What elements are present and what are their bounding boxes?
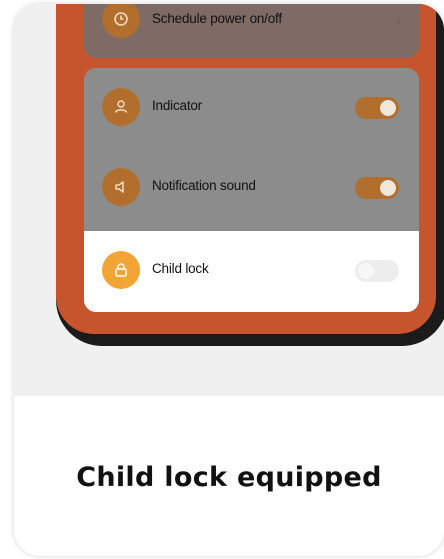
schedule-power-label: Schedule power on/off	[152, 11, 282, 26]
indicator-row[interactable]: Indicator	[84, 68, 419, 148]
child-lock-toggle[interactable]	[355, 260, 399, 282]
settings-panel: Indicator Notification sound Child lock	[84, 68, 419, 312]
feature-caption: Child lock equipped	[76, 462, 382, 493]
child-lock-label: Child lock	[152, 261, 209, 276]
speaker-icon	[102, 168, 140, 206]
phone-preview-area: Schedule power on/off › Indicator Notifi…	[14, 4, 444, 396]
toggle-knob	[380, 100, 396, 116]
clock-icon	[102, 4, 140, 38]
toggle-knob	[358, 263, 374, 279]
phone-screen: Schedule power on/off › Indicator Notifi…	[56, 4, 436, 334]
notification-sound-label: Notification sound	[152, 178, 256, 193]
lock-icon	[102, 251, 140, 289]
schedule-power-row[interactable]: Schedule power on/off ›	[84, 4, 419, 58]
notification-sound-toggle[interactable]	[355, 177, 399, 199]
feature-card: Schedule power on/off › Indicator Notifi…	[14, 4, 444, 556]
notification-sound-row[interactable]: Notification sound	[84, 148, 419, 228]
phone-frame: Schedule power on/off › Indicator Notifi…	[56, 4, 444, 346]
schedule-panel: Schedule power on/off ›	[84, 4, 419, 58]
indicator-toggle[interactable]	[355, 97, 399, 119]
toggle-knob	[380, 180, 396, 196]
child-lock-row[interactable]: Child lock	[84, 231, 419, 312]
indicator-label: Indicator	[152, 98, 202, 113]
chevron-right-icon: ›	[396, 12, 401, 28]
person-icon	[102, 88, 140, 126]
